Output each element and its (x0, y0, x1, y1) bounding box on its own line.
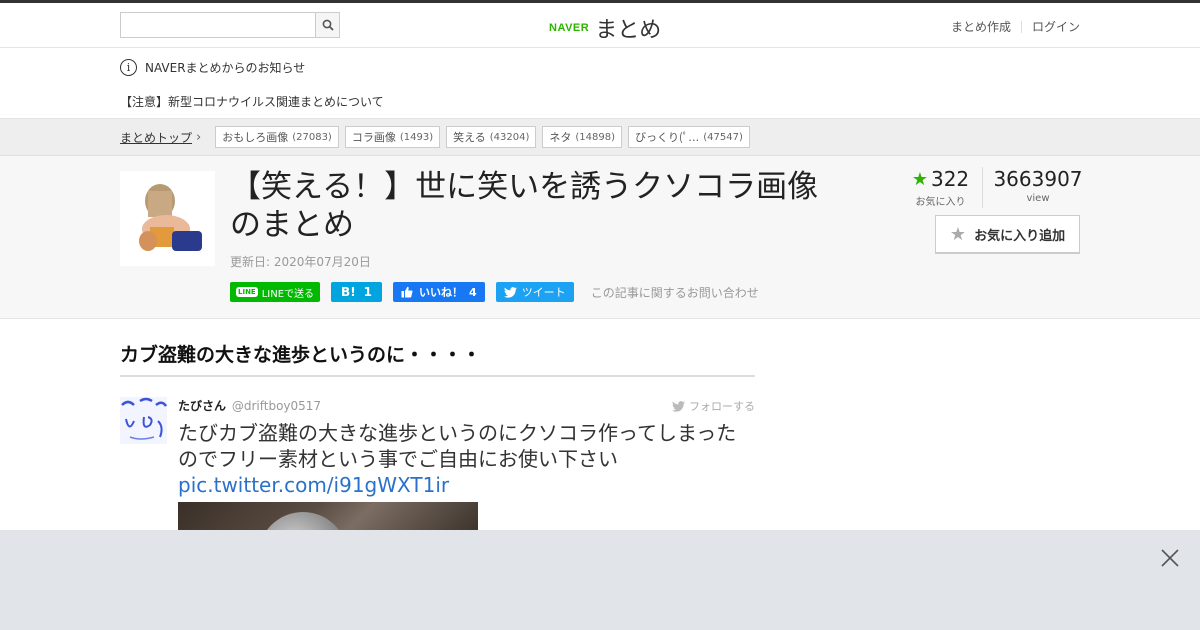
tag-count: (1493) (399, 131, 434, 143)
views-stat: 3663907 view (983, 167, 1093, 208)
tag-chip[interactable]: コラ画像 (1493) (344, 126, 441, 148)
tag-label: コラ画像 (351, 131, 396, 144)
logo-brand: NAVER (549, 22, 590, 34)
favorites-stat: ★ 322 お気に入り (905, 167, 983, 208)
tweet-user-handle[interactable]: @driftboy0517 (232, 399, 321, 413)
avatar-image (120, 397, 167, 444)
search-input[interactable] (120, 12, 315, 38)
search-button[interactable] (315, 12, 340, 38)
views-count: 3663907 (993, 167, 1083, 191)
tweet-button[interactable]: ツイート (495, 282, 574, 302)
facebook-like-label: いいね！ (419, 286, 464, 299)
line-share-label: LINEで送る (261, 288, 315, 300)
views-label: view (1026, 193, 1050, 204)
breadcrumb-top[interactable]: まとめトップ (120, 129, 192, 146)
article-title: 【笑える！】世に笑いを誘うクソコラ画像のまとめ (230, 169, 819, 243)
hatena-icon: B! (341, 285, 356, 299)
line-icon: LINE (236, 287, 258, 297)
hatena-count: 1 (363, 285, 373, 299)
info-icon: i (120, 59, 137, 76)
inquiry-link[interactable]: この記事に関するお問い合わせ (591, 284, 759, 301)
twitter-bird-icon (503, 286, 517, 298)
updated-date: 更新日: 2020年07月20日 (230, 255, 371, 269)
share-bar: LINE LINEで送る B! 1 いいね！ 4 ツイート この記事に関するお問… (230, 282, 759, 302)
facebook-like-count: 4 (469, 285, 477, 299)
tweet-text: たびカブ盗難の大きな進歩というのにクソコラ作ってしまったのでフリー素材という事で… (178, 421, 737, 471)
twitter-bird-icon (672, 400, 685, 412)
logo-service: まとめ (595, 18, 662, 43)
notice-item-link[interactable]: 【注意】新型コロナウイルス関連まとめについて (120, 93, 384, 110)
follow-button[interactable]: フォローする (672, 398, 755, 414)
link-separator (1020, 20, 1022, 33)
tag-count: (43204) (489, 131, 530, 143)
article-thumbnail (120, 171, 215, 266)
facebook-like-button[interactable]: いいね！ 4 (393, 282, 485, 302)
tag-chip[interactable]: おもしろ画像 (27083) (215, 126, 339, 148)
tweet-image-link[interactable]: pic.twitter.com/i91gWXT1ir (178, 473, 449, 497)
search-box (120, 12, 340, 38)
favorites-label: お気に入り (915, 197, 966, 208)
tag-label: おもしろ画像 (222, 131, 289, 144)
avatar[interactable] (120, 397, 167, 444)
tag-chip[interactable]: びっくり(ﾟ… (47547) (628, 126, 750, 148)
tweet-user-name[interactable]: たびさん (178, 399, 226, 413)
tweet-user: たびさん @driftboy0517 (178, 397, 755, 414)
section-heading: カブ盗難の大きな進歩というのに・・・・ (120, 340, 755, 377)
article-stats: ★ 322 お気に入り 3663907 view (905, 167, 1093, 208)
site-logo[interactable]: NAVER まとめ (549, 12, 661, 44)
tag-chip[interactable]: 笑える (43204) (446, 126, 537, 148)
favorites-count: 322 (930, 167, 970, 191)
follow-label: フォローする (689, 400, 755, 413)
tag-count: (27083) (292, 131, 332, 143)
add-favorite-label: お気に入り追加 (974, 228, 1066, 244)
tag-label: ネタ (549, 131, 572, 144)
tag-label: 笑える (453, 131, 486, 144)
search-icon (322, 19, 334, 31)
site-header: NAVER まとめ まとめ作成 ログイン (0, 3, 1200, 48)
thumbs-up-icon (401, 286, 413, 298)
login-link[interactable]: ログイン (1032, 18, 1080, 35)
ad-overlay (0, 530, 1200, 630)
close-icon (1161, 549, 1179, 567)
add-favorite-button[interactable]: ★ お気に入り追加 (935, 215, 1080, 254)
create-matome-link[interactable]: まとめ作成 (951, 18, 1011, 35)
chevron-right-icon: › (196, 129, 202, 145)
close-ad-button[interactable] (1160, 548, 1180, 568)
thumbnail-image (120, 171, 215, 266)
tag-count: (47547) (703, 131, 743, 143)
notice-title[interactable]: i NAVERまとめからのお知らせ (120, 59, 305, 76)
tag-count: (14898) (575, 131, 616, 143)
notice-title-text: NAVERまとめからのお知らせ (145, 61, 306, 75)
line-share-button[interactable]: LINE LINEで送る (230, 282, 321, 302)
tweet-label: ツイート (521, 286, 566, 299)
notice-area: i NAVERまとめからのお知らせ 【注意】新型コロナウイルス関連まとめについて (0, 48, 1200, 119)
star-icon: ★ (949, 223, 967, 245)
hatena-bookmark-button[interactable]: B! 1 (331, 282, 383, 302)
tag-label: びっくり(ﾟ… (635, 131, 700, 144)
tag-bar: まとめトップ › おもしろ画像 (27083) コラ画像 (1493) 笑える … (0, 119, 1200, 156)
header-links: まとめ作成 ログイン (951, 18, 1080, 35)
star-icon: ★ (911, 168, 928, 190)
article-header: 【笑える！】世に笑いを誘うクソコラ画像のまとめ 更新日: 2020年07月20日… (0, 156, 1200, 319)
favorites-count-row: ★ 322 (905, 167, 976, 191)
tag-chip[interactable]: ネタ (14898) (542, 126, 623, 148)
